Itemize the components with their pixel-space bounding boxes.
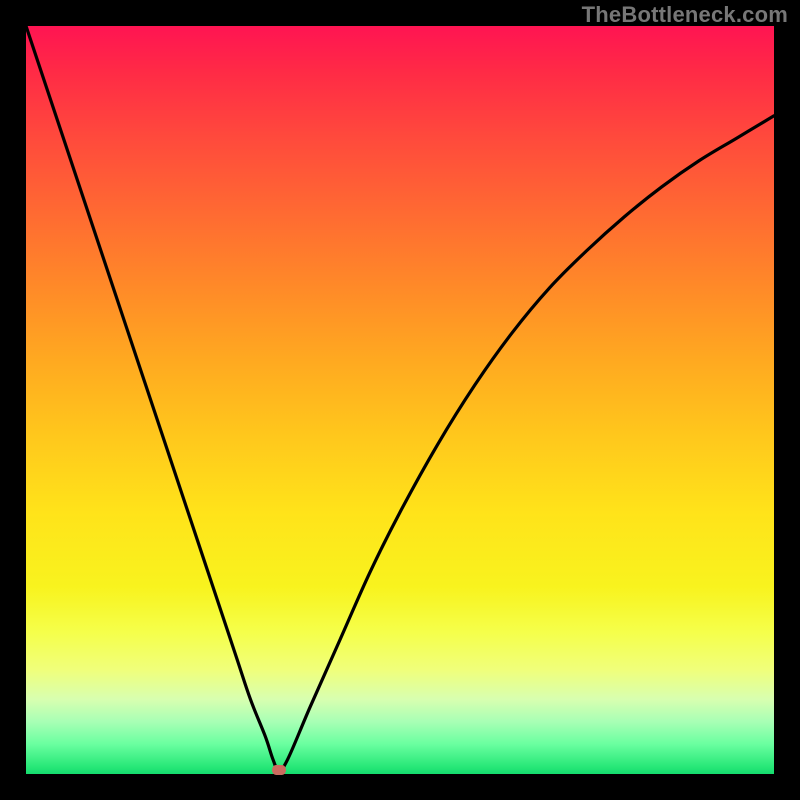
bottleneck-curve bbox=[26, 26, 774, 774]
plot-area bbox=[26, 26, 774, 774]
chart-frame: TheBottleneck.com bbox=[0, 0, 800, 800]
minimum-marker bbox=[272, 765, 286, 775]
watermark-text: TheBottleneck.com bbox=[582, 2, 788, 28]
